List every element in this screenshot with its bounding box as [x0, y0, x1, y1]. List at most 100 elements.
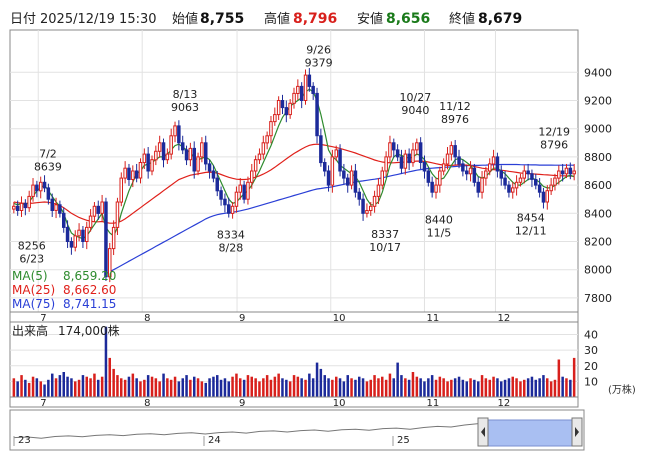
- price-tick-label: 9400: [584, 66, 612, 79]
- candle-down: [503, 177, 507, 186]
- candle-down: [537, 184, 542, 193]
- volume-bar: [219, 379, 223, 397]
- candle-up: [246, 181, 250, 200]
- open-label: 始値: [172, 11, 198, 27]
- annotation-value: 9063: [171, 101, 199, 114]
- volume-bar: [381, 376, 384, 397]
- candle-down: [560, 170, 565, 175]
- navigator-selection[interactable]: [485, 419, 575, 447]
- candle-up: [553, 177, 557, 186]
- ma5-value: 8,659.20: [63, 269, 116, 283]
- volume-bar: [58, 375, 62, 397]
- volume-bar: [308, 373, 311, 397]
- volume-bar: [181, 378, 184, 398]
- candle-up: [238, 184, 242, 193]
- candle-down: [461, 163, 465, 172]
- volume-bar: [185, 375, 188, 397]
- volume-bar: [81, 375, 85, 397]
- price-y-axis: 7800 8000 8200 8400 8600 8800 9000 9200 9400: [584, 66, 612, 305]
- volume-bar: [131, 373, 135, 397]
- volume-bar: [74, 381, 77, 397]
- candle-up: [296, 85, 300, 95]
- candle-up: [276, 100, 281, 116]
- volume-bar: [450, 379, 453, 397]
- candle-down: [146, 153, 150, 172]
- candle-down: [457, 156, 461, 165]
- ma75-label: MA(75): [12, 297, 55, 311]
- volume-bar: [461, 379, 465, 397]
- ma-legend: MA(5) 8,659.20 MA(25) 8,662.60 MA(75) 8,…: [12, 269, 116, 311]
- candle-down: [407, 153, 411, 164]
- volume-bar: [388, 373, 392, 397]
- volume-bar: [411, 372, 415, 397]
- annotation-value: 8337: [371, 228, 399, 241]
- candle-down: [319, 135, 323, 164]
- candle-down: [23, 202, 28, 209]
- candle-up: [261, 142, 266, 155]
- month-axis-strip-2: [9, 396, 579, 408]
- volume-bar: [519, 381, 522, 397]
- volume-bar: [323, 375, 326, 397]
- candle-up: [514, 181, 519, 189]
- candle-up: [330, 156, 335, 186]
- candle-down: [534, 179, 538, 186]
- volume-bar: [503, 379, 507, 397]
- candle-down: [127, 167, 131, 180]
- annotation-value: 8334: [217, 229, 245, 242]
- volume-bar: [281, 378, 284, 398]
- navigator[interactable]: 23 24 25: [9, 409, 585, 451]
- candle-down: [242, 184, 246, 200]
- annotation-date: 11/5: [427, 227, 452, 240]
- candle-up: [154, 150, 158, 161]
- candle-down: [81, 229, 85, 242]
- candle-up: [438, 170, 442, 186]
- low-value: 8,656: [386, 11, 430, 27]
- candle-up: [549, 184, 553, 192]
- candle-up: [19, 202, 24, 211]
- volume-bar: [419, 378, 422, 398]
- volume-bar: [269, 379, 273, 397]
- candle-up: [365, 210, 369, 214]
- stock-chart-widget: 日付 2025/12/19 15:30 始値 8,755 高値 8,796 安値…: [0, 0, 653, 470]
- candle-down: [472, 167, 477, 183]
- candle-up: [557, 170, 561, 179]
- candle-down: [507, 184, 511, 193]
- volume-bar: [54, 378, 58, 398]
- candle-up: [115, 201, 120, 228]
- candle-down: [219, 190, 223, 200]
- candle-down: [342, 170, 346, 179]
- candle-up: [522, 170, 526, 179]
- volume-bar: [515, 378, 518, 398]
- candle-down: [35, 184, 39, 192]
- volume-bar: [169, 379, 173, 397]
- volume-bar: [193, 376, 196, 397]
- annotation-date: 6/23: [19, 253, 44, 266]
- candle-up: [488, 163, 492, 172]
- volume-bar: [369, 379, 372, 397]
- volume-bar: [196, 378, 200, 398]
- volume-bar: [24, 379, 27, 397]
- candle-down: [526, 170, 530, 175]
- volume-bar: [296, 376, 300, 397]
- candle-up: [265, 135, 269, 144]
- candle-down: [15, 205, 20, 212]
- volume-bar: [549, 381, 553, 397]
- candle-up: [123, 167, 127, 179]
- candle-up: [545, 190, 549, 203]
- candle-up: [411, 149, 415, 164]
- annotation-value: 8639: [34, 161, 62, 174]
- volume-bar: [216, 375, 219, 397]
- candle-up: [253, 159, 258, 172]
- price-tick-label: 8600: [584, 179, 612, 192]
- annotation-value: 8440: [425, 214, 453, 227]
- candle-up: [572, 170, 576, 175]
- price-tick-label: 8400: [584, 207, 612, 220]
- candle-down: [46, 187, 51, 200]
- candle-down: [227, 204, 231, 214]
- ma25-label: MA(25): [12, 283, 55, 297]
- candle-up: [441, 163, 446, 172]
- volume-bar: [235, 373, 238, 397]
- annotation-date: 10/17: [369, 241, 401, 254]
- volume-bar: [288, 381, 292, 397]
- candle-down: [211, 170, 216, 179]
